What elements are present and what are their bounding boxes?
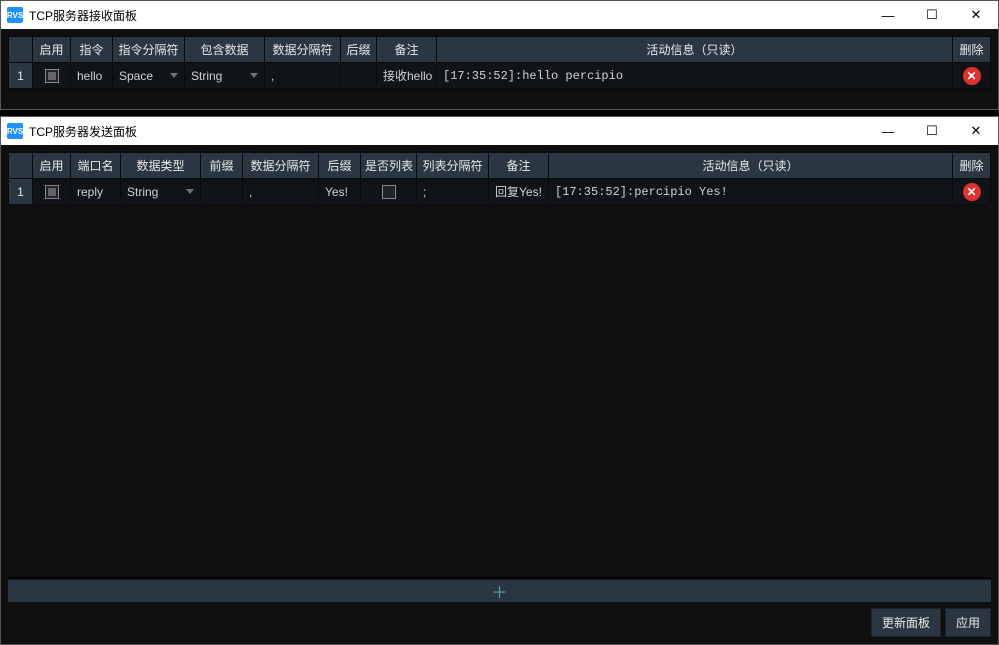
activity-cell: [17:35:52]:hello percipio bbox=[437, 63, 953, 89]
receive-titlebar[interactable]: RVS TCP服务器接收面板 — ☐ ✕ bbox=[1, 1, 998, 29]
plus-icon: ＋ bbox=[491, 579, 507, 603]
delete-icon[interactable]: ✕ bbox=[963, 183, 981, 201]
row-index: 1 bbox=[9, 63, 33, 89]
remark-cell[interactable]: 接收hello bbox=[377, 63, 437, 89]
cmd-sep-cell[interactable]: Space bbox=[113, 63, 185, 89]
receive-table: 启用 指令 指令分隔符 包含数据 数据分隔符 后缀 备注 活动信息（只读） 删除… bbox=[8, 36, 991, 89]
col-enable: 启用 bbox=[33, 37, 71, 63]
suffix-cell[interactable]: Yes! bbox=[319, 179, 361, 205]
window-controls: — ☐ ✕ bbox=[866, 117, 998, 145]
minimize-button[interactable]: — bbox=[866, 117, 910, 145]
close-button[interactable]: ✕ bbox=[954, 117, 998, 145]
col-data-sep: 数据分隔符 bbox=[243, 153, 319, 179]
checkbox-icon[interactable] bbox=[382, 185, 396, 199]
delete-cell[interactable]: ✕ bbox=[953, 63, 991, 89]
col-suffix: 后缀 bbox=[341, 37, 377, 63]
refresh-panel-button[interactable]: 更新面板 bbox=[871, 608, 941, 637]
contain-data-cell[interactable]: String bbox=[185, 63, 265, 89]
send-table: 启用 端口名 数据类型 前缀 数据分隔符 后缀 是否列表 列表分隔符 备注 活动… bbox=[8, 152, 991, 205]
checkbox-icon[interactable] bbox=[45, 69, 59, 83]
col-delete: 删除 bbox=[953, 153, 991, 179]
cmd-sep-value: Space bbox=[119, 69, 153, 83]
col-is-list: 是否列表 bbox=[361, 153, 417, 179]
send-body: 启用 端口名 数据类型 前缀 数据分隔符 后缀 是否列表 列表分隔符 备注 活动… bbox=[1, 145, 998, 644]
col-remark: 备注 bbox=[489, 153, 549, 179]
minimize-button[interactable]: — bbox=[866, 1, 910, 29]
remark-cell[interactable]: 回复Yes! bbox=[489, 179, 549, 205]
col-activity: 活动信息（只读） bbox=[437, 37, 953, 63]
close-button[interactable]: ✕ bbox=[954, 1, 998, 29]
delete-icon[interactable]: ✕ bbox=[963, 67, 981, 85]
cmd-cell[interactable]: hello bbox=[71, 63, 113, 89]
footer: 更新面板 应用 bbox=[8, 602, 991, 637]
enable-cell[interactable] bbox=[33, 179, 71, 205]
enable-cell[interactable] bbox=[33, 63, 71, 89]
col-suffix: 后缀 bbox=[319, 153, 361, 179]
suffix-cell[interactable] bbox=[341, 63, 377, 89]
send-row: 1 reply String , Yes! ; 回复Yes! [17:35:52… bbox=[9, 179, 991, 205]
receive-row: 1 hello Space String , 接收hello [17:35:52… bbox=[9, 63, 991, 89]
checkbox-icon[interactable] bbox=[45, 185, 59, 199]
col-contain-data: 包含数据 bbox=[185, 37, 265, 63]
col-delete: 删除 bbox=[953, 37, 991, 63]
contain-data-value: String bbox=[191, 69, 222, 83]
send-titlebar[interactable]: RVS TCP服务器发送面板 — ☐ ✕ bbox=[1, 117, 998, 145]
receive-panel-window: RVS TCP服务器接收面板 — ☐ ✕ 启用 指令 指令分隔符 包含数据 数据… bbox=[0, 0, 999, 110]
apply-button[interactable]: 应用 bbox=[945, 608, 991, 637]
maximize-button[interactable]: ☐ bbox=[910, 1, 954, 29]
send-grid-wrap: 启用 端口名 数据类型 前缀 数据分隔符 后缀 是否列表 列表分隔符 备注 活动… bbox=[8, 152, 991, 578]
maximize-button[interactable]: ☐ bbox=[910, 117, 954, 145]
chevron-down-icon bbox=[170, 73, 178, 78]
is-list-cell[interactable] bbox=[361, 179, 417, 205]
col-dtype: 数据类型 bbox=[121, 153, 201, 179]
send-window-title: TCP服务器发送面板 bbox=[29, 123, 866, 140]
receive-body: 启用 指令 指令分隔符 包含数据 数据分隔符 后缀 备注 活动信息（只读） 删除… bbox=[1, 29, 998, 109]
port-cell[interactable]: reply bbox=[71, 179, 121, 205]
delete-cell[interactable]: ✕ bbox=[953, 179, 991, 205]
list-sep-cell[interactable]: ; bbox=[417, 179, 489, 205]
col-activity: 活动信息（只读） bbox=[549, 153, 953, 179]
add-row-button[interactable]: ＋ bbox=[8, 580, 991, 602]
col-rownum bbox=[9, 37, 33, 63]
app-icon: RVS bbox=[7, 123, 23, 139]
send-panel-window: RVS TCP服务器发送面板 — ☐ ✕ 启用 端口名 数据类型 bbox=[0, 116, 999, 645]
col-cmd-sep: 指令分隔符 bbox=[113, 37, 185, 63]
window-controls: — ☐ ✕ bbox=[866, 1, 998, 29]
col-list-sep: 列表分隔符 bbox=[417, 153, 489, 179]
chevron-down-icon bbox=[250, 73, 258, 78]
data-sep-cell[interactable]: , bbox=[265, 63, 341, 89]
row-index: 1 bbox=[9, 179, 33, 205]
col-rownum bbox=[9, 153, 33, 179]
col-data-sep: 数据分隔符 bbox=[265, 37, 341, 63]
data-sep-cell[interactable]: , bbox=[243, 179, 319, 205]
dtype-value: String bbox=[127, 185, 158, 199]
dtype-cell[interactable]: String bbox=[121, 179, 201, 205]
app-icon: RVS bbox=[7, 7, 23, 23]
receive-header-row: 启用 指令 指令分隔符 包含数据 数据分隔符 后缀 备注 活动信息（只读） 删除 bbox=[9, 37, 991, 63]
prefix-cell[interactable] bbox=[201, 179, 243, 205]
col-port: 端口名 bbox=[71, 153, 121, 179]
col-cmd: 指令 bbox=[71, 37, 113, 63]
send-header-row: 启用 端口名 数据类型 前缀 数据分隔符 后缀 是否列表 列表分隔符 备注 活动… bbox=[9, 153, 991, 179]
chevron-down-icon bbox=[186, 189, 194, 194]
col-prefix: 前缀 bbox=[201, 153, 243, 179]
col-remark: 备注 bbox=[377, 37, 437, 63]
col-enable: 启用 bbox=[33, 153, 71, 179]
receive-window-title: TCP服务器接收面板 bbox=[29, 7, 866, 24]
activity-cell: [17:35:52]:percipio Yes! bbox=[549, 179, 953, 205]
